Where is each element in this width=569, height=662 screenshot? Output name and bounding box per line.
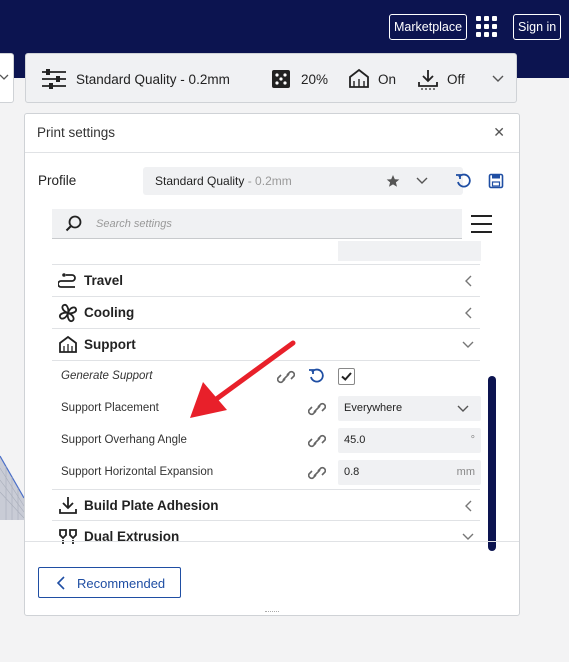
generate-support-label: Generate Support: [61, 370, 153, 382]
adhesion-value: Off: [447, 71, 465, 87]
stage-menu-dropdown[interactable]: [0, 53, 14, 103]
category-build-plate-label: Build Plate Adhesion: [84, 498, 219, 513]
category-travel[interactable]: Travel: [52, 265, 480, 297]
recommended-label: Recommended: [77, 576, 166, 591]
support-summary[interactable]: On: [348, 54, 396, 104]
save-profile-icon[interactable]: [488, 173, 504, 189]
build-plate-grid: [0, 455, 24, 520]
settings-menu-icon[interactable]: [471, 215, 492, 233]
link-icon[interactable]: [308, 400, 326, 418]
resize-handle[interactable]: [265, 611, 279, 613]
search-input[interactable]: Search settings: [52, 209, 462, 239]
infill-icon: [272, 70, 290, 88]
support-placement-label: Support Placement: [61, 402, 159, 414]
footer-divider: [25, 541, 519, 542]
category-cooling-label: Cooling: [84, 305, 135, 320]
category-cooling[interactable]: Cooling: [52, 297, 480, 329]
category-build-plate-adhesion[interactable]: Build Plate Adhesion: [52, 489, 480, 521]
profile-select-text: Standard Quality - 0.2mm: [155, 174, 292, 188]
settings-scrollbar[interactable]: [488, 376, 496, 551]
adhesion-icon: [418, 70, 438, 90]
search-icon: [65, 215, 82, 232]
setting-horizontal-expansion: Support Horizontal Expansion 0.8 mm: [52, 457, 481, 489]
horizontal-expansion-input[interactable]: 0.8 mm: [338, 460, 481, 485]
dual-extrusion-icon: [59, 529, 77, 544]
support-placement-value: Everywhere: [344, 402, 403, 414]
marketplace-button[interactable]: Marketplace: [389, 14, 468, 40]
overhang-angle-label: Support Overhang Angle: [61, 434, 187, 446]
infill-summary[interactable]: 20%: [271, 54, 328, 104]
category-travel-label: Travel: [84, 273, 124, 288]
profile-label: Profile: [38, 173, 77, 188]
generate-support-checkbox[interactable]: [338, 368, 355, 385]
overhang-angle-unit: °: [470, 434, 475, 446]
profile-name-text: Standard Quality - 0.2mm: [76, 71, 230, 87]
horizontal-expansion-value: 0.8: [344, 466, 360, 478]
adhesion-icon: [59, 497, 77, 514]
adhesion-summary[interactable]: Off: [417, 54, 465, 104]
search-placeholder: Search settings: [96, 218, 172, 230]
reset-profile-icon[interactable]: [455, 173, 471, 189]
category-dual-extrusion[interactable]: Dual Extrusion: [52, 521, 480, 553]
recommended-button[interactable]: Recommended: [38, 567, 181, 598]
chevron-left-icon: [56, 576, 65, 590]
scrolled-setting-row: [52, 241, 481, 265]
category-support-label: Support: [84, 337, 136, 352]
link-icon[interactable]: [308, 432, 326, 450]
sliders-icon: [42, 69, 66, 89]
chevron-left-icon: [465, 275, 472, 287]
sign-in-button[interactable]: Sign in: [513, 14, 562, 40]
panel-header: Print settings ✕: [25, 114, 519, 153]
support-icon: [349, 68, 369, 88]
horizontal-expansion-label: Support Horizontal Expansion: [61, 466, 214, 478]
chevron-down-icon: [462, 341, 474, 348]
panel-title: Print settings: [37, 125, 116, 140]
profile-select[interactable]: Standard Quality - 0.2mm: [143, 167, 463, 195]
profile-summary[interactable]: Standard Quality - 0.2mm: [40, 54, 230, 104]
chevron-down-icon[interactable]: [416, 176, 428, 186]
print-setup-bar[interactable]: Standard Quality - 0.2mm 20% On Off: [25, 53, 517, 103]
chevron-down-icon[interactable]: [492, 74, 504, 84]
support-value: On: [378, 71, 397, 87]
travel-icon: [58, 273, 76, 288]
horizontal-expansion-unit: mm: [456, 466, 475, 478]
apps-grid-icon[interactable]: [476, 16, 498, 38]
chevron-down-icon: [0, 74, 9, 80]
app-window: Marketplace Sign in Standard Quality - 0…: [0, 0, 569, 662]
chevron-left-icon: [465, 500, 472, 512]
link-icon[interactable]: [308, 464, 326, 482]
annotation-arrow: [190, 340, 296, 418]
chevron-left-icon: [465, 307, 472, 319]
infill-value: 20%: [301, 71, 329, 87]
scrolled-setting-field: [338, 241, 481, 261]
support-placement-select[interactable]: Everywhere: [338, 396, 481, 421]
support-icon: [59, 335, 77, 353]
overhang-angle-input[interactable]: 45.0 °: [338, 428, 481, 453]
profile-select-suffix: - 0.2mm: [244, 174, 292, 188]
overhang-angle-value: 45.0: [344, 434, 366, 446]
checkmark-icon: [341, 372, 352, 381]
fan-icon: [58, 303, 78, 323]
setting-overhang-angle: Support Overhang Angle 45.0 °: [52, 425, 481, 457]
chevron-down-icon: [457, 405, 469, 412]
profile-select-name: Standard Quality: [155, 174, 245, 188]
star-icon[interactable]: [386, 174, 400, 188]
close-icon[interactable]: ✕: [493, 124, 505, 141]
reset-setting-icon[interactable]: [308, 368, 324, 384]
